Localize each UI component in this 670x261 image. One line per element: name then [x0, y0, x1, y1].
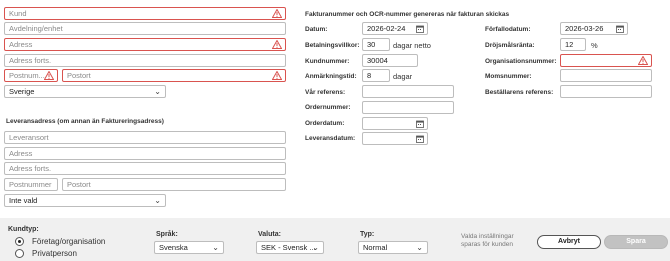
delivery-address-cont-input[interactable]: Adress forts. — [4, 162, 286, 175]
city-input[interactable]: Postort — [62, 69, 286, 82]
calendar-icon[interactable] — [416, 135, 424, 143]
delivery-country-select[interactable]: Inte vald ⌄ — [4, 194, 166, 207]
vat-number-label: Momsnummer: — [485, 73, 532, 80]
address-cont-input[interactable]: Adress forts. — [4, 54, 286, 67]
customer-number-label: Kundnummer: — [305, 58, 350, 65]
delivery-name-input[interactable]: Leveransort — [4, 131, 286, 144]
chevron-down-icon: ⌄ — [212, 243, 219, 252]
vat-number-input[interactable] — [560, 69, 652, 82]
order-date-label: Orderdatum: — [305, 120, 345, 127]
private-option-label: Privatperson — [32, 249, 77, 258]
zip-input[interactable]: Postnum... — [4, 69, 58, 82]
warning-icon — [272, 71, 282, 80]
late-interest-label: Dröjsmålsränta: — [485, 42, 535, 49]
due-date-input[interactable]: 2026-03-26 — [560, 22, 628, 35]
delivery-zip-input[interactable]: Postnummer — [4, 178, 58, 191]
late-interest-input[interactable]: 12 — [560, 38, 586, 51]
due-date-label: Förfallodatum: — [485, 26, 531, 33]
chevron-down-icon: ⌄ — [416, 243, 423, 252]
date-input[interactable]: 2026-02-24 — [362, 22, 428, 35]
late-interest-unit: % — [591, 41, 598, 50]
save-button[interactable]: Spara — [604, 235, 668, 249]
org-number-label: Organisationsnummer: — [485, 58, 557, 65]
delivery-date-input[interactable] — [362, 132, 428, 145]
our-reference-input[interactable] — [362, 85, 454, 98]
chevron-down-icon: ⌄ — [154, 196, 161, 205]
chevron-down-icon: ⌄ — [312, 243, 319, 252]
order-number-label: Ordernummer: — [305, 104, 351, 111]
cancel-button[interactable]: Avbryt — [537, 235, 601, 249]
org-number-input[interactable] — [560, 54, 652, 67]
currency-label: Valuta: — [258, 231, 281, 238]
address-input[interactable]: Adress — [4, 38, 286, 51]
type-label: Typ: — [360, 231, 375, 238]
delivery-city-input[interactable]: Postort — [62, 178, 286, 191]
radio-company[interactable] — [15, 237, 24, 246]
language-label: Språk: — [156, 231, 178, 238]
order-date-input[interactable] — [362, 117, 428, 130]
country-select[interactable]: Sverige ⌄ — [4, 85, 166, 98]
order-number-input[interactable] — [362, 101, 454, 114]
warning-icon — [44, 71, 54, 80]
payment-terms-input[interactable]: 30 — [362, 38, 390, 51]
delivery-address-input[interactable]: Adress — [4, 147, 286, 160]
buyer-reference-label: Beställarens referens: — [485, 89, 554, 96]
save-note-line1: Valda inställningar — [461, 233, 514, 240]
customer-name-input[interactable]: Kund — [4, 7, 286, 20]
calendar-icon[interactable] — [416, 120, 424, 128]
department-input[interactable]: Avdelning/enhet — [4, 22, 286, 35]
type-select[interactable]: Normal ⌄ — [358, 241, 428, 254]
date-label: Datum: — [305, 26, 328, 33]
customer-number-input[interactable]: 30004 — [362, 54, 418, 67]
radio-private[interactable] — [15, 249, 24, 258]
remark-time-label: Anmärkningstid: — [305, 73, 357, 80]
buyer-reference-input[interactable] — [560, 85, 652, 98]
language-select[interactable]: Svenska ⌄ — [154, 241, 224, 254]
delivery-date-label: Leveransdatum: — [305, 135, 356, 142]
remark-time-unit: dagar — [393, 72, 413, 81]
save-note-line2: sparas för kunden — [461, 241, 514, 248]
currency-select[interactable]: SEK - Svensk ... ⌄ — [256, 241, 324, 254]
calendar-icon[interactable] — [616, 25, 624, 33]
invoice-number-notice: Fakturanummer och OCR-nummer genereras n… — [305, 11, 510, 18]
calendar-icon[interactable] — [416, 25, 424, 33]
warning-icon — [638, 56, 648, 65]
payment-terms-unit: dagar netto — [393, 41, 431, 50]
chevron-down-icon: ⌄ — [154, 87, 161, 96]
delivery-address-title: Leveransadress (om annan än Fakturerings… — [6, 118, 164, 125]
remark-time-input[interactable]: 8 — [362, 69, 390, 82]
our-reference-label: Vår referens: — [305, 89, 346, 96]
company-option-label: Företag/organisation — [32, 237, 106, 246]
warning-icon — [272, 9, 282, 18]
payment-terms-label: Betalningsvillkor: — [305, 42, 360, 49]
customer-type-label: Kundtyp: — [8, 226, 39, 233]
warning-icon — [272, 40, 282, 49]
